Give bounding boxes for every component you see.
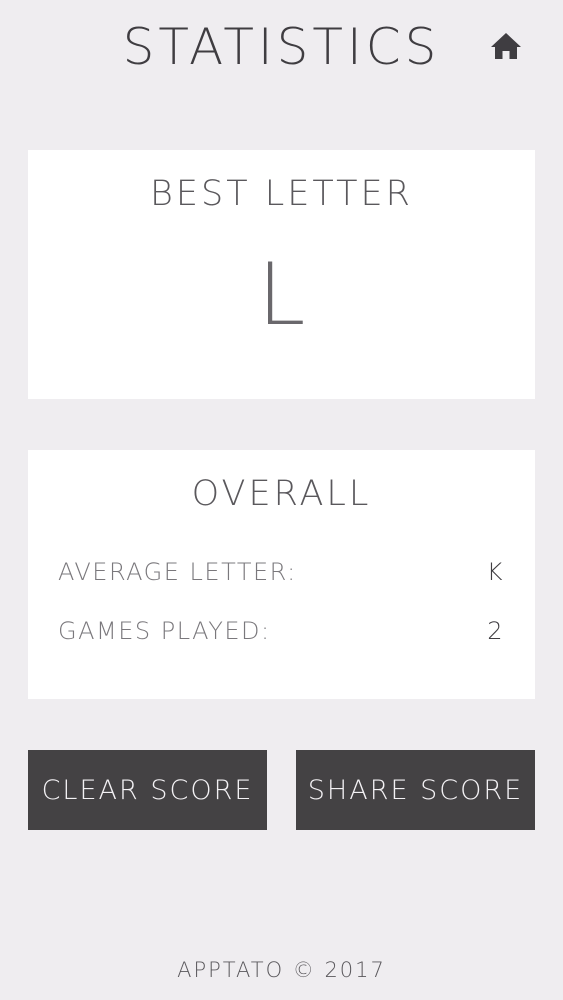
games-played-value: 2: [487, 617, 504, 645]
best-letter-card: BEST LETTER L: [28, 150, 535, 399]
overall-card: OVERALL AVERAGE LETTER: K GAMES PLAYED: …: [28, 450, 535, 699]
average-letter-label: AVERAGE LETTER:: [58, 558, 297, 586]
best-letter-value: L: [257, 245, 306, 345]
footer-copyright: APPTATO © 2017: [177, 958, 386, 982]
games-played-label: GAMES PLAYED:: [58, 617, 271, 645]
clear-score-button[interactable]: CLEAR SCORE: [28, 750, 267, 830]
average-letter-value: K: [486, 558, 504, 586]
overall-title: OVERALL: [191, 474, 372, 514]
home-button[interactable]: [488, 28, 524, 64]
page-title: STATISTICS: [122, 18, 441, 76]
games-played-row: GAMES PLAYED: 2: [58, 617, 504, 645]
share-score-button[interactable]: SHARE SCORE: [296, 750, 535, 830]
home-icon: [491, 33, 521, 59]
average-letter-row: AVERAGE LETTER: K: [58, 558, 504, 586]
best-letter-title: BEST LETTER: [150, 174, 413, 214]
